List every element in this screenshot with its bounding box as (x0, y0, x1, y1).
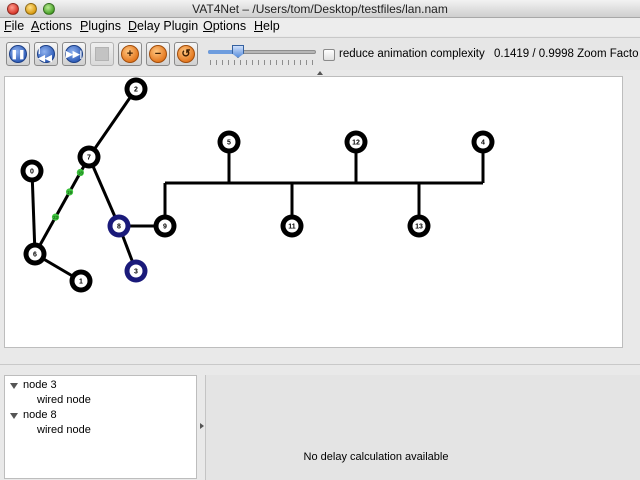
node-tree[interactable]: node 3 wired node node 8 wired node (4, 375, 197, 479)
rewind-icon: |◀◀ (37, 45, 55, 63)
node-0[interactable]: 0 (20, 159, 44, 183)
packet-label: 19 (67, 190, 73, 195)
reset-zoom-button[interactable]: ↺ (174, 42, 198, 66)
menu-label: ptions (212, 19, 247, 33)
link-0-6[interactable] (30, 170, 37, 255)
node-label: 8 (117, 224, 121, 231)
reduce-animation-label[interactable]: reduce animation complexity (339, 48, 485, 60)
node-label: 2 (134, 87, 138, 94)
menu-mnemonic: D (128, 19, 138, 33)
node-7[interactable]: 7 (77, 145, 101, 169)
window-title: VAT4Net – /Users/tom/Desktop/testfiles/l… (192, 2, 448, 16)
menu-label: elp (263, 19, 280, 33)
tree-node-item[interactable]: node 3 (23, 379, 57, 391)
menu-delay-plugin[interactable]: Delay Plugin (128, 19, 198, 33)
node-label: 6 (33, 252, 37, 259)
reset-zoom-icon: ↺ (177, 45, 195, 63)
link-7-2[interactable] (87, 88, 138, 158)
packets-layer: 23 19 18 (51, 168, 84, 282)
menu-plugins[interactable]: Plugins (80, 19, 121, 33)
stop-icon (95, 47, 109, 61)
nodes-layer: 012345678 9 111213 (20, 77, 495, 293)
tree-node-item[interactable]: node 8 (23, 409, 57, 421)
pause-icon: ❚❚ (9, 45, 27, 63)
zoom-in-button[interactable]: + (118, 42, 142, 66)
reduce-animation-checkbox[interactable] (323, 49, 335, 61)
button-glyph: ❚❚ (10, 48, 26, 59)
node-1[interactable]: 1 (69, 269, 93, 293)
network-graph-canvas[interactable]: 23 19 18 0 1 2 3 4 5 6 7 8 9 11 12 13 (4, 76, 623, 348)
app-window: VAT4Net – /Users/tom/Desktop/testfiles/l… (0, 0, 640, 480)
bottom-panel: node 3 wired node node 8 wired node No dela… (0, 364, 640, 480)
button-glyph: − (154, 47, 162, 60)
network-graph[interactable]: 231918012345678 9 111213 (5, 77, 622, 347)
split-up-arrow-icon[interactable] (317, 71, 323, 75)
node-8[interactable]: 8 (107, 214, 131, 238)
menu-bar: File Actions Plugins Delay Plugin Options Hel… (0, 18, 640, 36)
menu-label: ctions (39, 19, 72, 33)
button-glyph: ↺ (181, 47, 191, 60)
speed-slider[interactable] (208, 43, 316, 67)
menu-actions[interactable]: Actions (31, 19, 72, 33)
step-button (90, 42, 114, 66)
node-label: 13 (415, 224, 423, 231)
node-label: 3 (134, 269, 138, 276)
node-label: 0 (30, 169, 34, 176)
slider-thumb[interactable] (232, 45, 244, 58)
node-9[interactable]: 9 (153, 214, 177, 238)
disclosure-triangle-icon[interactable] (10, 413, 18, 419)
tree-child-item[interactable]: wired node (37, 394, 91, 406)
menu-mnemonic: H (254, 19, 264, 33)
zoom-out-icon: − (149, 45, 167, 63)
node-12[interactable]: 12 (344, 130, 368, 154)
zoom-out-button[interactable]: − (146, 42, 170, 66)
packet-label: 23 (53, 215, 59, 220)
fast-forward-button[interactable]: ▶▶| (62, 42, 86, 66)
node-6[interactable]: 6 (23, 242, 47, 266)
node-5[interactable]: 5 (217, 130, 241, 154)
button-glyph: + (126, 47, 134, 60)
menu-help[interactable]: Help (254, 19, 280, 33)
menu-label: lugins (88, 19, 122, 33)
links-layer (30, 88, 485, 283)
node-13[interactable]: 13 (407, 214, 431, 238)
menu-options[interactable]: Options (203, 19, 246, 33)
node-label: 11 (288, 224, 296, 231)
menu-label: elay Plugin (137, 19, 199, 33)
node-label: 4 (481, 140, 485, 147)
node-3[interactable]: 3 (124, 259, 148, 283)
rewind-button[interactable]: |◀◀ (34, 42, 58, 66)
packet-label: 18 (78, 171, 84, 176)
node-11[interactable]: 11 (280, 214, 304, 238)
menu-label: ile (11, 19, 25, 33)
delay-panel: No delay calculation available (206, 375, 640, 480)
menu-file[interactable]: File (4, 19, 24, 33)
node-label: 5 (227, 140, 231, 147)
menu-mnemonic: O (203, 19, 213, 33)
toolbar: ❚❚ |◀◀ ▶▶| + − ↺ reduce animation complexity … (0, 37, 640, 70)
zoom-in-icon: + (121, 45, 139, 63)
delay-message: No delay calculation available (303, 451, 449, 463)
slider-ticks (210, 60, 314, 65)
button-glyph: ▶▶| (65, 48, 83, 59)
title-bar[interactable]: VAT4Net – /Users/tom/Desktop/testfiles/l… (0, 0, 640, 18)
disclosure-triangle-icon[interactable] (10, 383, 18, 389)
tree-collapse-arrow-icon[interactable] (200, 423, 204, 429)
tree-child-item[interactable]: wired node (37, 424, 91, 436)
menu-mnemonic: F (4, 19, 12, 33)
pause-button[interactable]: ❚❚ (6, 42, 30, 66)
node-label: 7 (87, 155, 91, 162)
node-label: 1 (79, 279, 83, 286)
node-label: 9 (163, 224, 167, 231)
fast-forward-icon: ▶▶| (65, 45, 83, 63)
button-glyph: |◀◀ (38, 44, 52, 63)
node-label: 12 (352, 140, 360, 147)
node-4[interactable]: 4 (471, 130, 495, 154)
zoom-factor-readout: 0.1419 / 0.9998 Zoom Facto (494, 48, 639, 60)
node-2[interactable]: 2 (124, 77, 148, 101)
